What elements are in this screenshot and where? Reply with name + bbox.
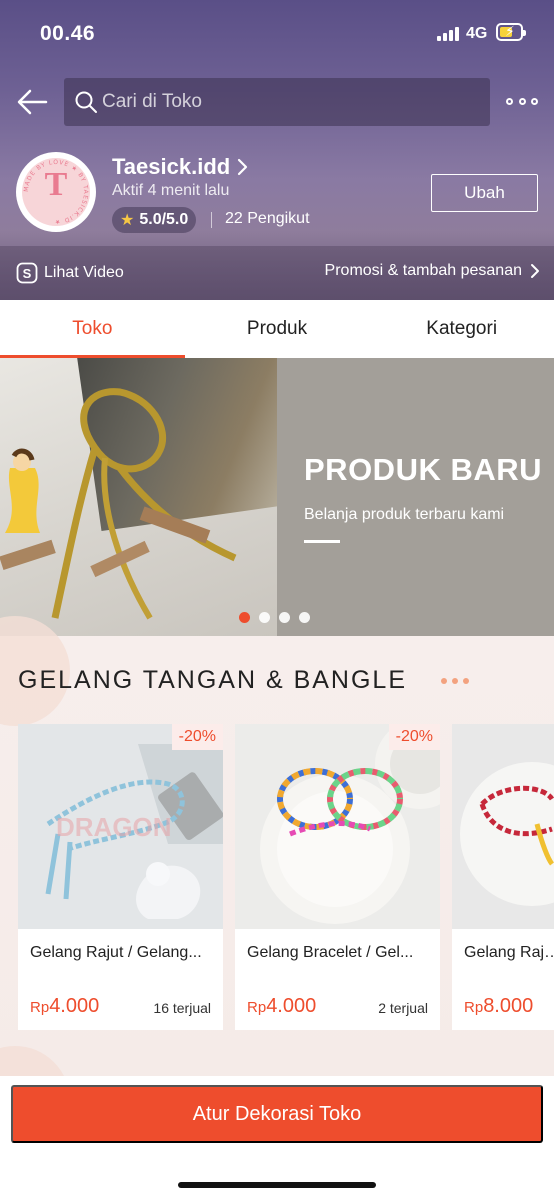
tab-toko[interactable]: Toko (0, 300, 185, 358)
tab-kategori[interactable]: Kategori (369, 300, 554, 358)
watch-video-label: Lihat Video (44, 264, 124, 281)
product-name: Gelang Bracelet / Gel... (247, 944, 414, 961)
product-image (452, 724, 554, 929)
banner-text-panel (277, 358, 554, 636)
product-sold: 2 terjual (378, 1000, 428, 1016)
product-name: Gelang Rajut... (464, 944, 554, 961)
product-card[interactable]: -20% Gelang Bracelet / Gel... Rp4.000 2 … (235, 724, 440, 1030)
arrow-left-icon (17, 89, 48, 115)
discount-badge: -20% (388, 724, 440, 750)
product-price: Rp4.000 (30, 995, 100, 1017)
rating-badge: ★ 5.0/5.0 (112, 207, 197, 233)
product-name: Gelang Rajut / Gelang... (30, 944, 202, 961)
pagination-dot[interactable] (259, 612, 270, 623)
decorate-shop-button[interactable]: Atur Dekorasi Toko (11, 1085, 543, 1143)
product-card[interactable]: Gelang Rajut... Rp8.000 (452, 724, 554, 1030)
search-icon (75, 91, 97, 113)
status-time: 00.46 (40, 22, 96, 45)
pagination-dot[interactable] (239, 612, 250, 623)
pagination-dot[interactable] (299, 612, 310, 623)
shop-name: Taesick.idd (112, 154, 231, 179)
edit-shop-button[interactable]: Ubah (431, 174, 538, 212)
back-button[interactable] (16, 86, 48, 118)
banner-photo (0, 358, 277, 636)
star-icon: ★ (120, 212, 135, 229)
search-input[interactable]: Cari di Toko (64, 78, 490, 126)
more-options-button[interactable] (506, 94, 538, 108)
status-bar: 00.46 4G ⚡ (0, 0, 554, 66)
promo-banner[interactable] (0, 358, 554, 636)
signal-icon (437, 27, 459, 41)
pagination-dot[interactable] (279, 612, 290, 623)
section-title: GELANG TANGAN & BANGLE (18, 666, 408, 694)
shop-avatar[interactable]: MADE BY LOVE ★ BY TAESICK.ID ★ T (16, 152, 96, 232)
chevron-right-icon (238, 158, 248, 176)
video-icon: S (16, 262, 38, 284)
svg-text:DRAGON: DRAGON (56, 812, 172, 842)
promo-link[interactable]: Promosi & tambah pesanan (325, 262, 540, 280)
shop-tabs: Toko Produk Kategori (0, 300, 554, 358)
avatar-letter: T (44, 166, 68, 203)
rating-value: 5.0/5.0 (139, 211, 189, 228)
watch-video-link[interactable]: S Lihat Video (16, 262, 124, 284)
product-image: DRAGON (18, 724, 223, 929)
search-placeholder: Cari di Toko (102, 91, 202, 112)
followers-count: 22 Pengikut (225, 210, 310, 227)
tab-produk[interactable]: Produk (185, 300, 370, 358)
discount-badge: -20% (171, 724, 223, 750)
divider (211, 212, 212, 228)
banner-title: PRODUK BARU (304, 452, 542, 487)
product-card[interactable]: DRAGON -20% Gelang Rajut / Gelang... Rp4… (18, 724, 223, 1030)
battery-icon: ⚡ (496, 23, 526, 41)
product-image (235, 724, 440, 929)
promo-label: Promosi & tambah pesanan (324, 262, 522, 279)
product-sold: 16 terjual (153, 1000, 211, 1016)
banner-subtitle: Belanja produk terbaru kami (304, 506, 505, 523)
svg-text:S: S (23, 266, 32, 281)
dot-icon (531, 97, 538, 105)
dot-icon (518, 97, 526, 105)
banner-underline (304, 540, 340, 543)
home-indicator (178, 1182, 376, 1188)
product-price: Rp8.000 (464, 995, 534, 1017)
product-price: Rp4.000 (247, 995, 317, 1017)
section-more-button[interactable] (441, 678, 469, 684)
dot-icon (506, 97, 513, 105)
shop-active-status: Aktif 4 menit lalu (112, 182, 230, 199)
network-label: 4G (466, 25, 488, 42)
chevron-right-icon (531, 264, 539, 278)
banner-pagination (239, 612, 310, 623)
shop-name-link[interactable]: Taesick.idd (112, 154, 248, 180)
